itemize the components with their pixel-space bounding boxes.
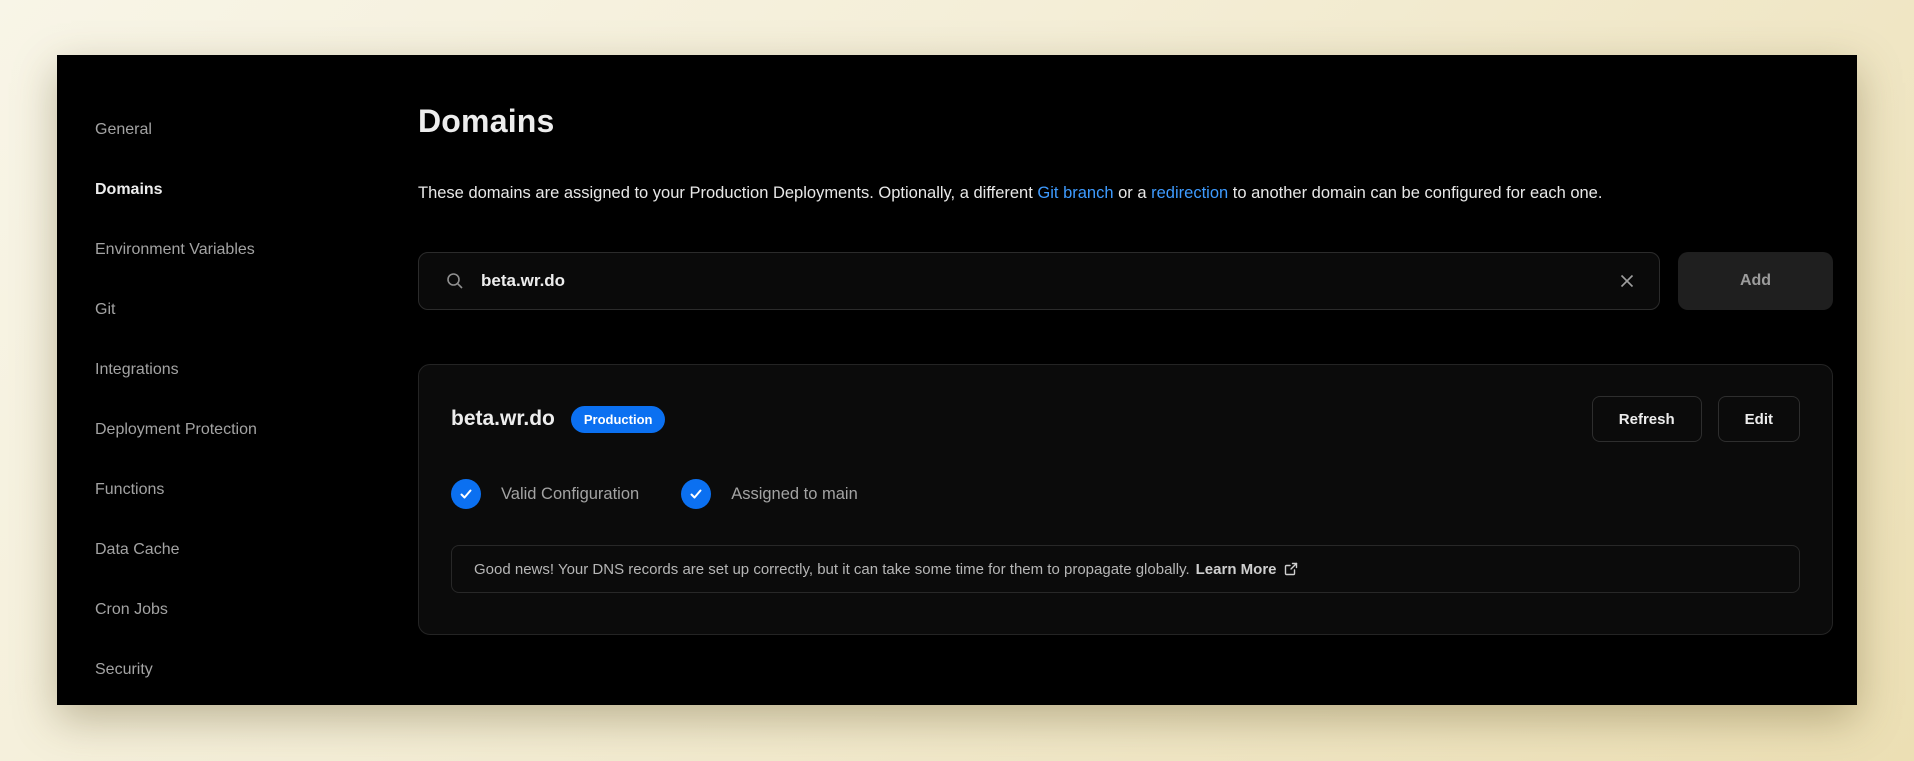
check-icon [451, 479, 481, 509]
external-link-icon [1284, 562, 1298, 576]
check-icon [681, 479, 711, 509]
domain-card-header: beta.wr.do Production Refresh Edit [451, 395, 1800, 443]
sidebar-item-data-cache[interactable]: Data Cache [95, 520, 395, 580]
sidebar-item-domains[interactable]: Domains [95, 160, 395, 220]
domain-card: beta.wr.do Production Refresh Edit Valid… [418, 364, 1833, 635]
git-branch-link[interactable]: Git branch [1037, 184, 1113, 202]
valid-configuration-status: Valid Configuration [451, 479, 639, 509]
domain-search-row: Add [418, 252, 1833, 310]
sidebar-item-functions[interactable]: Functions [95, 460, 395, 520]
dns-notice-box: Good news! Your DNS records are set up c… [451, 545, 1800, 593]
domains-section: Domains These domains are assigned to yo… [418, 55, 1833, 635]
edit-button[interactable]: Edit [1718, 396, 1800, 442]
sidebar-item-cron-jobs[interactable]: Cron Jobs [95, 580, 395, 640]
description-text-2: or a [1114, 184, 1152, 202]
production-badge: Production [571, 406, 666, 433]
add-domain-button[interactable]: Add [1678, 252, 1833, 310]
domains-description: These domains are assigned to your Produ… [418, 178, 1748, 208]
sidebar-item-security[interactable]: Security [95, 640, 395, 700]
sidebar-item-git[interactable]: Git [95, 280, 395, 340]
sidebar-item-integrations[interactable]: Integrations [95, 340, 395, 400]
dns-notice-text: Good news! Your DNS records are set up c… [474, 561, 1190, 578]
settings-sidebar: General Domains Environment Variables Gi… [95, 100, 395, 700]
domain-name: beta.wr.do [451, 407, 555, 431]
sidebar-item-general[interactable]: General [95, 100, 395, 160]
domain-search-input[interactable] [481, 271, 1613, 291]
settings-panel: General Domains Environment Variables Gi… [57, 55, 1857, 705]
search-icon [445, 271, 465, 291]
redirection-link[interactable]: redirection [1151, 184, 1228, 202]
page-title: Domains [418, 103, 1833, 140]
status-label: Assigned to main [731, 485, 858, 504]
learn-more-label: Learn More [1196, 561, 1277, 578]
sidebar-item-deployment-protection[interactable]: Deployment Protection [95, 400, 395, 460]
domain-status-row: Valid Configuration Assigned to main [451, 479, 1800, 509]
description-text-3: to another domain can be configured for … [1228, 184, 1602, 202]
refresh-button[interactable]: Refresh [1592, 396, 1702, 442]
domain-search-box [418, 252, 1660, 310]
assigned-branch-status: Assigned to main [681, 479, 858, 509]
description-text-1: These domains are assigned to your Produ… [418, 184, 1037, 202]
status-label: Valid Configuration [501, 485, 639, 504]
clear-icon[interactable] [1613, 267, 1641, 295]
learn-more-link[interactable]: Learn More [1196, 561, 1298, 578]
sidebar-item-environment-variables[interactable]: Environment Variables [95, 220, 395, 280]
